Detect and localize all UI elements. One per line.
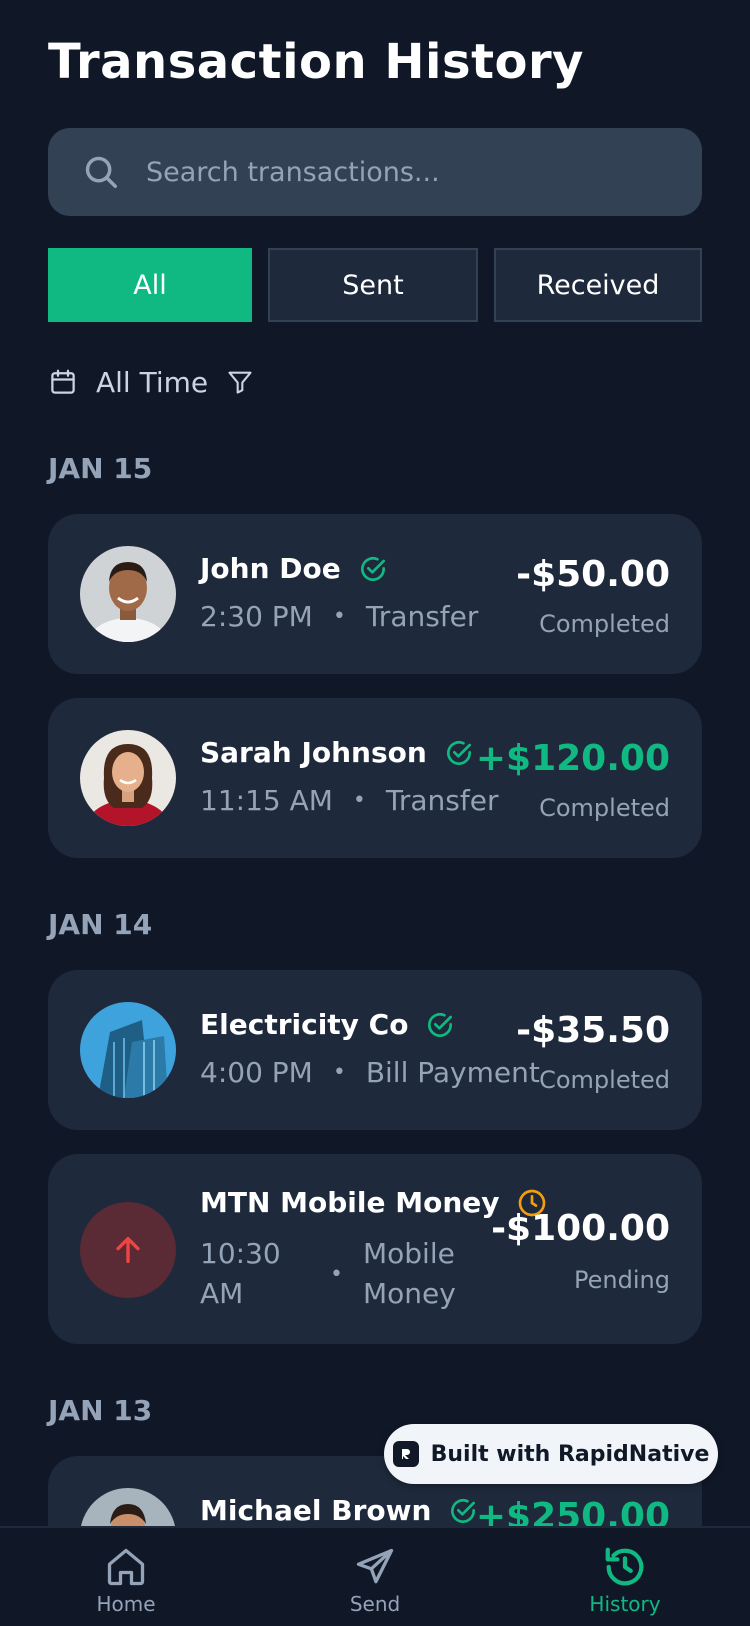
page-title: Transaction History <box>48 34 584 90</box>
date-filter-label: All Time <box>96 365 209 399</box>
sent-avatar <box>80 1202 176 1298</box>
transaction-status: Completed <box>539 794 670 822</box>
transaction-amount: -$50.00 <box>516 554 670 595</box>
transaction-name: Electricity Co <box>200 1008 456 1041</box>
date-filter[interactable]: All Time <box>48 360 254 404</box>
avatar <box>80 730 176 826</box>
separator-dot: • <box>332 604 346 629</box>
transaction-meta: 10:30 AM • Mobile Money <box>200 1237 456 1310</box>
tab-sent[interactable]: Sent <box>268 248 478 322</box>
history-icon <box>545 1542 705 1592</box>
search-input[interactable] <box>144 155 668 189</box>
transaction-card[interactable]: John Doe 2:30 PM • Transfer -$50.00 Comp… <box>48 514 702 674</box>
transaction-card[interactable]: Sarah Johnson 11:15 AM • Transfer +$120.… <box>48 698 702 858</box>
transaction-status: Pending <box>574 1266 670 1294</box>
transaction-name: Sarah Johnson <box>200 736 475 769</box>
search-bar[interactable] <box>48 128 702 216</box>
transaction-amount: +$120.00 <box>475 738 670 779</box>
bottom-nav: Home Send History <box>0 1526 750 1626</box>
nav-history-label: History <box>589 1592 661 1616</box>
arrow-up-icon <box>116 1236 140 1264</box>
date-header: JAN 15 <box>48 452 153 485</box>
check-circle-icon <box>357 553 389 585</box>
nav-send-label: Send <box>349 1592 401 1616</box>
transaction-meta: 11:15 AM • Transfer <box>200 784 499 817</box>
transaction-status: Completed <box>539 1066 670 1094</box>
filter-icon[interactable] <box>226 368 254 396</box>
transaction-card[interactable]: Electricity Co 4:00 PM • Bill Payment -$… <box>48 970 702 1130</box>
date-header: JAN 13 <box>48 1394 153 1427</box>
transaction-status: Completed <box>539 610 670 638</box>
nav-send[interactable]: Send <box>295 1542 455 1616</box>
separator-dot: • <box>332 1060 346 1085</box>
built-with-badge[interactable]: Built with RapidNative <box>384 1424 718 1484</box>
rapidnative-logo-icon <box>392 1441 419 1467</box>
transaction-name: John Doe <box>200 552 389 585</box>
send-icon <box>295 1542 455 1592</box>
nav-home[interactable]: Home <box>46 1542 206 1616</box>
check-circle-icon <box>443 737 475 769</box>
calendar-icon <box>51 369 75 394</box>
transaction-card[interactable]: MTN Mobile Money 10:30 AM • Mobile Money… <box>48 1154 702 1344</box>
home-icon <box>46 1542 206 1592</box>
transaction-amount: -$35.50 <box>516 1010 670 1051</box>
transaction-amount: -$100.00 <box>491 1208 670 1249</box>
transaction-meta: 2:30 PM • Transfer <box>200 600 479 633</box>
tab-received[interactable]: Received <box>494 248 702 322</box>
check-circle-icon <box>424 1009 456 1041</box>
filter-tabs: All Sent Received <box>48 248 702 322</box>
nav-history[interactable]: History <box>545 1542 705 1616</box>
separator-dot: • <box>330 1261 343 1287</box>
transaction-name: Michael Brown <box>200 1494 479 1527</box>
date-header: JAN 14 <box>48 908 153 941</box>
search-icon <box>85 156 117 188</box>
transaction-meta: 4:00 PM • Bill Payment <box>200 1056 540 1089</box>
tab-all[interactable]: All <box>48 248 252 322</box>
separator-dot: • <box>352 788 366 813</box>
avatar <box>80 1002 176 1098</box>
nav-home-label: Home <box>96 1592 156 1616</box>
avatar <box>80 546 176 642</box>
badge-label: Built with RapidNative <box>430 1441 710 1467</box>
check-circle-icon <box>447 1495 479 1527</box>
